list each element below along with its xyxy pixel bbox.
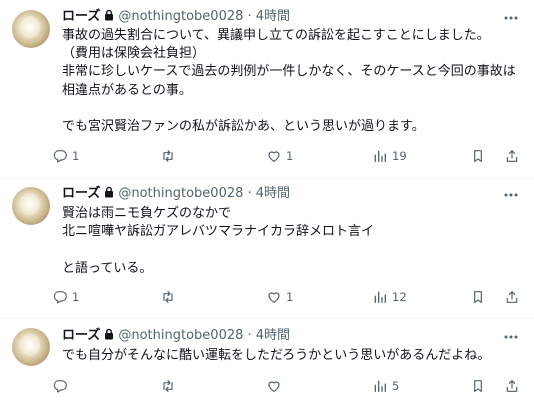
divider — [0, 318, 534, 319]
views-count: 12 — [392, 290, 407, 304]
bookmark-button[interactable] — [470, 288, 486, 306]
action-bar: 1 1 19 — [52, 147, 522, 165]
like-icon — [268, 151, 280, 162]
share-button[interactable] — [504, 147, 520, 165]
reply-button[interactable]: 1 — [52, 288, 79, 306]
views-button[interactable]: 12 — [372, 288, 407, 306]
retweet-icon — [163, 150, 173, 162]
reply-icon — [53, 291, 67, 304]
share-button[interactable] — [504, 288, 520, 306]
reply-count: 1 — [72, 290, 80, 304]
action-bar: 5 — [52, 377, 522, 395]
bookmark-button[interactable] — [470, 377, 486, 395]
views-icon — [374, 150, 386, 162]
bookmark-icon — [474, 380, 482, 392]
share-icon — [506, 380, 518, 392]
views-button[interactable]: 19 — [372, 147, 407, 165]
more-icon[interactable] — [502, 188, 520, 202]
bookmark-icon — [474, 291, 482, 303]
like-count: 1 — [286, 290, 294, 304]
avatar[interactable] — [12, 10, 50, 48]
handle-and-time[interactable]: @nothingtobe0028 · 4時間 — [118, 9, 290, 24]
tweet-header: ローズ @nothingtobe0028 · 4時間 — [62, 9, 290, 25]
retweet-button[interactable] — [160, 288, 180, 306]
lock-icon — [105, 9, 114, 21]
avatar[interactable] — [12, 328, 50, 366]
display-name[interactable]: ローズ — [62, 186, 100, 201]
tweet[interactable]: ローズ @nothingtobe0028 · 4時間 賢治は雨ニモ負ケズのなかで … — [0, 180, 534, 320]
share-button[interactable] — [504, 377, 520, 395]
tweet-header: ローズ @nothingtobe0028 · 4時間 — [62, 328, 290, 344]
handle-and-time[interactable]: @nothingtobe0028 · 4時間 — [118, 186, 290, 201]
tweet[interactable]: ローズ @nothingtobe0028 · 4時間 でも自分がそんなに酷い運転を… — [0, 320, 534, 403]
handle-and-time[interactable]: @nothingtobe0028 · 4時間 — [118, 328, 290, 343]
more-icon[interactable] — [502, 11, 520, 25]
share-icon — [506, 150, 518, 162]
views-button[interactable]: 5 — [372, 377, 399, 395]
display-name[interactable]: ローズ — [62, 9, 100, 24]
views-icon — [374, 380, 386, 392]
views-icon — [374, 291, 386, 303]
views-count: 19 — [392, 149, 407, 163]
like-button[interactable]: 1 — [266, 147, 293, 165]
reply-icon — [53, 150, 67, 163]
reply-button[interactable] — [52, 377, 72, 395]
tweet[interactable]: ローズ @nothingtobe0028 · 4時間 事故の過失割合について、異議… — [0, 0, 534, 180]
action-bar: 1 1 12 — [52, 288, 522, 306]
like-icon — [268, 381, 280, 392]
more-icon[interactable] — [502, 330, 520, 344]
tweet-text: 事故の過失割合について、異議申し立ての訴訟を起こすことにしました。 （費用は保険… — [62, 28, 516, 135]
display-name[interactable]: ローズ — [62, 328, 100, 343]
retweet-button[interactable] — [160, 377, 180, 395]
like-button[interactable] — [266, 377, 286, 395]
like-count: 1 — [286, 149, 294, 163]
reply-button[interactable]: 1 — [52, 147, 79, 165]
retweet-button[interactable] — [160, 147, 180, 165]
reply-count: 1 — [72, 149, 80, 163]
retweet-icon — [163, 291, 173, 303]
reply-icon — [53, 380, 67, 393]
share-icon — [506, 291, 518, 303]
bookmark-icon — [474, 150, 482, 162]
views-count: 5 — [392, 379, 400, 393]
retweet-icon — [163, 380, 173, 392]
divider — [0, 178, 534, 179]
tweet-text: 賢治は雨ニモ負ケズのなかで 北ニ喧嘩ヤ訴訟ガアレバツマラナイカラ辞メロト言イ と… — [62, 206, 375, 276]
lock-icon — [105, 328, 114, 340]
like-button[interactable]: 1 — [266, 288, 293, 306]
avatar[interactable] — [12, 187, 50, 225]
lock-icon — [105, 186, 114, 198]
like-icon — [268, 292, 280, 303]
tweet-header: ローズ @nothingtobe0028 · 4時間 — [62, 186, 290, 202]
tweet-text: でも自分がそんなに酷い運転をしただろうかという思いがあるんだよね。 — [62, 348, 491, 363]
bookmark-button[interactable] — [470, 147, 486, 165]
